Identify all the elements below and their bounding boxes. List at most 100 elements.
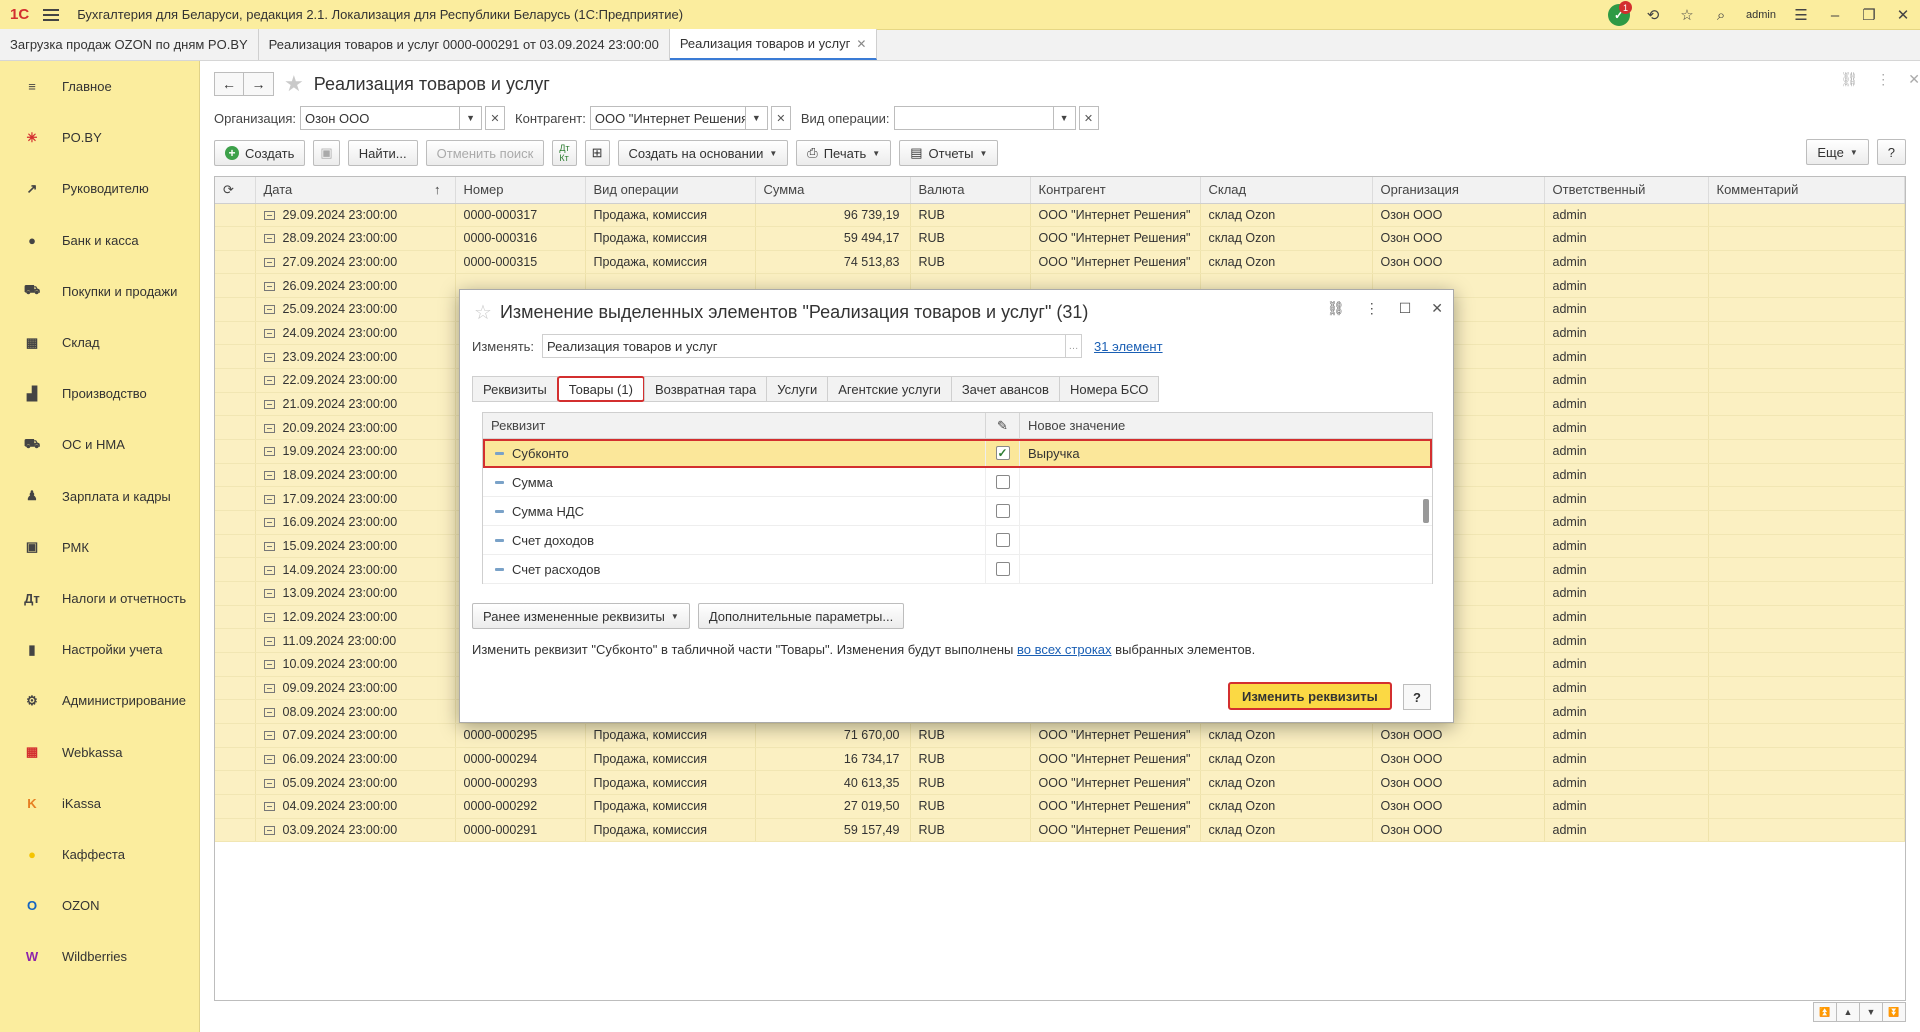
forward-button[interactable]: → (244, 72, 274, 96)
choose-button[interactable]: … (1066, 334, 1083, 358)
column-header[interactable]: Комментарий (1708, 177, 1905, 204)
sidebar-item[interactable]: ▣ РМК (0, 522, 199, 573)
elements-count-link[interactable]: 31 элемент (1094, 339, 1163, 354)
optype-filter-input[interactable] (893, 106, 1054, 130)
dialog-tab[interactable]: Товары (1) (556, 376, 645, 402)
history-icon[interactable]: ⟲ (1636, 0, 1670, 30)
attribute-row[interactable]: Сумма НДС (483, 497, 1432, 526)
help-button[interactable]: ? (1876, 139, 1906, 165)
favorite-star-icon[interactable]: ☆ (474, 300, 492, 325)
scrollbar[interactable] (1422, 441, 1430, 581)
back-button[interactable]: ← (214, 72, 244, 96)
change-checkbox[interactable] (995, 562, 1010, 576)
column-header[interactable]: Вид операции (585, 177, 756, 204)
reports-button[interactable]: ▤ Отчеты ▼ (899, 140, 999, 166)
tab-ozon-import[interactable]: Загрузка продаж OZON по дням PO.BY (0, 29, 259, 60)
optype-dropdown-icon[interactable]: ▼ (1053, 106, 1076, 130)
column-header[interactable]: Номер (455, 177, 586, 204)
tab-close-icon[interactable]: ✕ (856, 37, 866, 51)
change-checkbox[interactable] (995, 533, 1010, 547)
link-icon[interactable]: ⛓ (1840, 71, 1858, 88)
print-button[interactable]: ⎙ Печать ▼ (796, 140, 892, 166)
favorites-star-icon[interactable]: ☆ (1670, 0, 1704, 30)
close-form-icon[interactable]: ✕ (1908, 71, 1920, 88)
sidebar-item[interactable]: ▮ Настройки учета (0, 624, 199, 675)
column-header[interactable]: Организация (1372, 177, 1545, 204)
change-checkbox[interactable] (995, 504, 1010, 518)
table-row[interactable]: 29.09.2024 23:00:00 0000-000317 Продажа, к… (215, 203, 1905, 228)
sidebar-item[interactable]: ● Банк и касса (0, 215, 199, 266)
sidebar-item[interactable]: ⛟ ОС и НМА (0, 419, 199, 470)
sidebar-item[interactable]: O OZON (0, 880, 199, 931)
column-header[interactable]: Валюта (910, 177, 1031, 204)
attributes-table[interactable]: Реквизит ✎ Новое значение Субконто ✓ Выруч… (482, 412, 1433, 584)
change-checkbox[interactable]: ✓ (995, 446, 1010, 460)
sidebar-item[interactable]: ♟ Зарплата и кадры (0, 471, 199, 522)
dt-kt-icon[interactable]: Дт Кт (552, 140, 577, 166)
dialog-tab[interactable]: Зачет авансов (950, 376, 1060, 402)
more-vert-icon[interactable]: ⋮ (1876, 71, 1890, 88)
extra-params-button[interactable]: Дополнительные параметры... (697, 603, 905, 629)
settings-menu-icon[interactable]: ☰ (1784, 0, 1818, 30)
scroll-up-icon[interactable]: ▲ (1836, 1002, 1860, 1022)
column-header[interactable]: Ответственный (1544, 177, 1709, 204)
search-icon[interactable]: ⌕ (1704, 0, 1738, 30)
dialog-tab[interactable]: Номера БСО (1058, 376, 1160, 402)
sidebar-item[interactable]: Дт Налоги и отчетность (0, 573, 199, 624)
sidebar-item[interactable]: KiKassa (0, 778, 199, 829)
refresh-icon-header[interactable]: ⟳ (215, 177, 256, 204)
change-type-input[interactable]: Реализация товаров и услуг (542, 334, 1067, 358)
table-row[interactable]: 07.09.2024 23:00:00 0000-000295 Продажа, к… (215, 723, 1905, 748)
dialog-tab[interactable]: Услуги (766, 376, 829, 402)
table-row[interactable]: 04.09.2024 23:00:00 0000-000292 Продажа, к… (215, 794, 1905, 819)
prev-changed-button[interactable]: Ранее измененные реквизиты ▼ (472, 603, 690, 629)
attribute-row[interactable]: Субконто ✓ Выручка (483, 439, 1432, 468)
sidebar-item[interactable]: ≡ Главное (0, 61, 199, 112)
structure-icon[interactable]: ⊞ (584, 140, 610, 166)
tab-realization-list[interactable]: Реализация товаров и услуг ✕ (669, 29, 878, 60)
sidebar-item[interactable]: ▦ Webkassa (0, 726, 199, 777)
sidebar-item[interactable]: ▦ Склад (0, 317, 199, 368)
attribute-row[interactable]: Счет расходов (483, 555, 1432, 584)
minimize-icon[interactable]: – (1818, 0, 1852, 30)
org-clear-icon[interactable]: ✕ (485, 106, 506, 130)
tab-realization-doc[interactable]: Реализация товаров и услуг 0000-000291 о… (258, 29, 670, 60)
contr-filter-input[interactable]: ООО "Интернет Решения" (589, 106, 746, 130)
contr-clear-icon[interactable]: ✕ (770, 106, 791, 130)
optype-clear-icon[interactable]: ✕ (1078, 106, 1099, 130)
sidebar-item[interactable]: W Wildberries (0, 931, 199, 982)
scroll-down-icon[interactable]: ▼ (1859, 1002, 1883, 1022)
create-based-button[interactable]: Создать на основании ▼ (617, 140, 789, 166)
link-icon[interactable]: ⛓ (1327, 300, 1345, 317)
table-row[interactable]: 06.09.2024 23:00:00 0000-000294 Продажа, к… (215, 747, 1905, 772)
table-row[interactable]: 28.09.2024 23:00:00 0000-000316 Продажа, к… (215, 226, 1905, 251)
restore-icon[interactable]: ❐ (1852, 0, 1886, 30)
cancel-search-button[interactable]: Отменить поиск (425, 140, 545, 166)
contr-dropdown-icon[interactable]: ▼ (745, 106, 768, 130)
dialog-tab[interactable]: Реквизиты (472, 376, 558, 402)
create-button[interactable]: + Создать (214, 140, 306, 166)
more-vert-icon[interactable]: ⋮ (1365, 300, 1379, 317)
org-filter-input[interactable]: Озон ООО (300, 106, 461, 130)
column-header[interactable]: Сумма (755, 177, 911, 204)
maximize-icon[interactable]: ☐ (1399, 300, 1412, 317)
apply-changes-button[interactable]: Изменить реквизиты (1228, 682, 1392, 710)
sidebar-item[interactable]: ⛟ Покупки и продажи (0, 266, 199, 317)
sidebar-item[interactable]: ▟ Производство (0, 368, 199, 419)
table-row[interactable]: 05.09.2024 23:00:00 0000-000293 Продажа, к… (215, 770, 1905, 795)
column-header[interactable]: Контрагент (1030, 177, 1201, 204)
sidebar-item[interactable]: ↗ Руководителю (0, 163, 199, 214)
sidebar-item[interactable]: ⚙ Администрирование (0, 675, 199, 726)
close-icon[interactable]: ✕ (1886, 0, 1920, 30)
dialog-help-button[interactable]: ? (1403, 684, 1431, 710)
dialog-tab[interactable]: Возвратная тара (643, 376, 768, 402)
copy-icon[interactable]: ▣ (313, 140, 340, 166)
new-value[interactable]: Выручка (1028, 446, 1080, 461)
scroll-last-icon[interactable]: ⏬ (1882, 1002, 1906, 1022)
notifications-button[interactable]: ✓ 1 (1602, 0, 1636, 30)
table-row[interactable]: 27.09.2024 23:00:00 0000-000315 Продажа, к… (215, 250, 1905, 275)
org-dropdown-icon[interactable]: ▼ (460, 106, 483, 130)
all-rows-link[interactable]: во всех строках (1017, 642, 1112, 657)
sidebar-item[interactable]: ● Каффеста (0, 829, 199, 880)
favorite-star-icon[interactable]: ★ (284, 71, 304, 97)
